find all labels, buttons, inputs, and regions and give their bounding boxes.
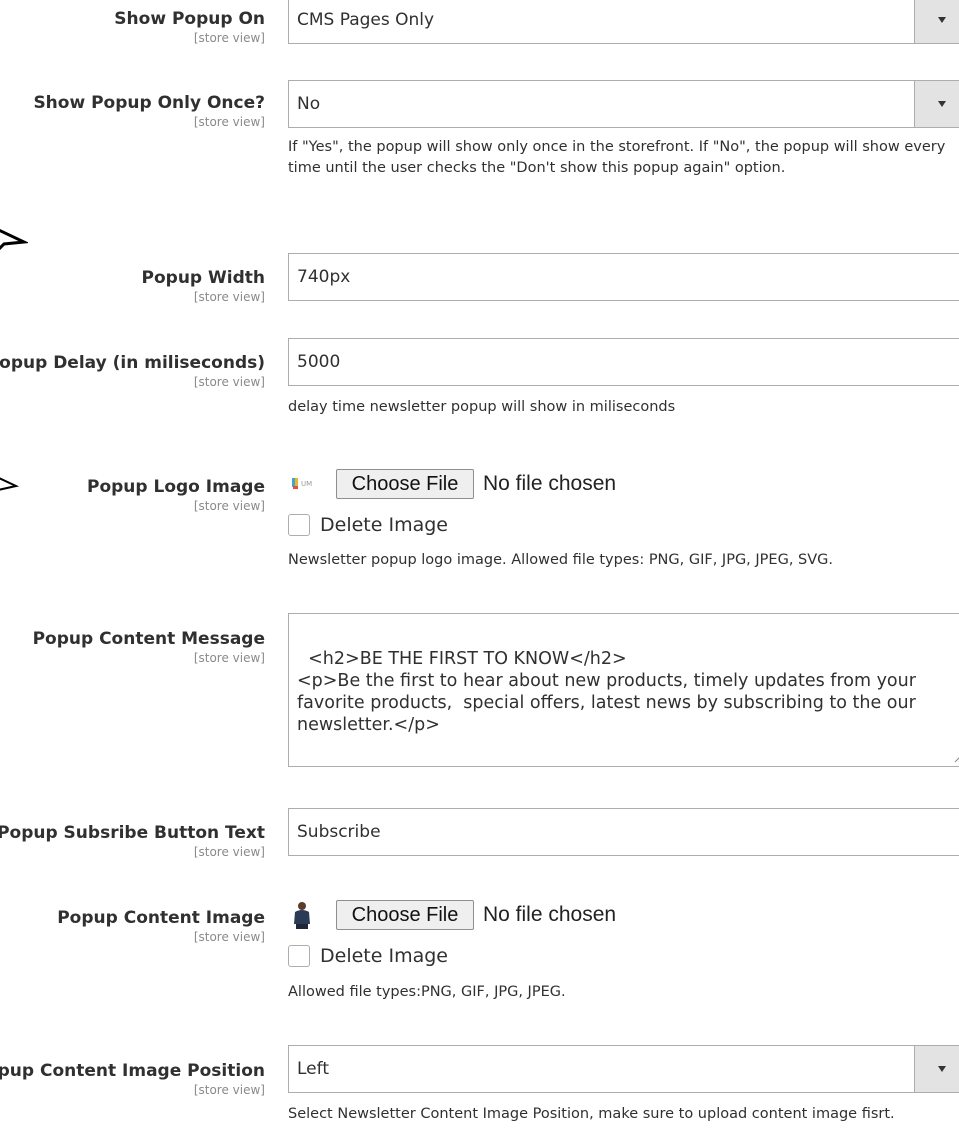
delete-image-label[interactable]: Delete Image — [320, 512, 448, 538]
scope-label: [store view] — [193, 375, 265, 389]
field-title: Show Popup On — [114, 9, 265, 29]
choose-file-button[interactable]: Choose File — [336, 900, 474, 930]
field-title: Popup Content Image — [57, 908, 265, 928]
subscribe-button-text-input[interactable]: Subscribe — [288, 808, 959, 856]
select-value: Left — [297, 1059, 329, 1079]
select-value: No — [297, 94, 321, 114]
file-status-text: No file chosen — [483, 903, 617, 926]
mouse-cursor-icon — [0, 228, 28, 251]
field-label: Show Popup Only Once? [store view] — [33, 92, 265, 130]
delete-image-label[interactable]: Delete Image — [320, 943, 448, 969]
mouse-cursor-icon — [0, 477, 20, 491]
field-title: Popup Logo Image — [87, 477, 265, 497]
select-arrow[interactable] — [914, 1046, 959, 1092]
popup-logo-file-row: UM Choose File No file chosen — [288, 469, 688, 501]
field-label: Popup Subsribe Button Text [store view] — [0, 822, 265, 860]
field-label: Popup Content Image [store view] — [57, 907, 265, 945]
textarea-value: <h2>BE THE FIRST TO KNOW</h2> <p>Be the … — [297, 649, 916, 735]
field-label: Popup Width [store view] — [142, 267, 265, 305]
show-popup-on-select[interactable]: CMS Pages Only — [288, 0, 959, 44]
popup-content-message-textarea[interactable]: <h2>BE THE FIRST TO KNOW</h2> <p>Be the … — [288, 613, 959, 767]
field-label: Show Popup On [store view] — [114, 8, 265, 46]
svg-text:UM: UM — [301, 480, 312, 488]
field-label: Popup Content Message [store view] — [33, 628, 265, 666]
popup-content-file-row: Choose File No file chosen — [288, 900, 688, 932]
field-title: Popup Delay (in miliseconds) — [0, 353, 265, 373]
field-label: Popup Logo Image [store view] — [87, 476, 265, 514]
field-note: Allowed file types:PNG, GIF, JPG, JPEG. — [288, 984, 566, 1000]
field-title: Show Popup Only Once? — [33, 93, 265, 113]
field-title: Popup Width — [141, 268, 265, 288]
delete-image-row: Delete Image — [288, 943, 588, 971]
content-image-thumbnail-icon — [294, 902, 310, 929]
field-note: delay time newsletter popup will show in… — [288, 399, 676, 415]
chevron-down-icon — [938, 1066, 946, 1072]
scope-label: [store view] — [193, 930, 265, 944]
field-title: Popup Content Image Position — [0, 1061, 265, 1081]
select-arrow[interactable] — [914, 81, 959, 127]
scope-label: [store view] — [193, 290, 265, 304]
field-title: Popup Content Message — [32, 629, 265, 649]
scope-label: [store view] — [193, 31, 265, 45]
scope-label: [store view] — [193, 845, 265, 859]
scope-label: [store view] — [193, 1083, 265, 1097]
choose-file-button[interactable]: Choose File — [336, 469, 474, 499]
field-note: Newsletter popup logo image. Allowed fil… — [288, 552, 834, 568]
delete-image-checkbox[interactable] — [288, 945, 310, 967]
field-label: Popup Content Image Position [store view… — [0, 1060, 265, 1098]
field-note: Select Newsletter Content Image Position… — [288, 1106, 895, 1122]
popup-delay-input[interactable]: 5000 — [288, 338, 959, 386]
resize-grip-icon[interactable] — [954, 753, 959, 763]
field-title: Popup Subsribe Button Text — [0, 823, 265, 843]
scope-label: [store view] — [193, 651, 265, 665]
chevron-down-icon — [938, 101, 946, 107]
popup-width-input[interactable]: 740px — [288, 253, 959, 301]
field-label: Popup Delay (in miliseconds) [store view… — [0, 352, 265, 390]
logo-thumbnail-icon: UM — [292, 478, 312, 489]
file-status-text: No file chosen — [483, 472, 617, 495]
delete-image-row: Delete Image — [288, 512, 588, 540]
content-image-position-select[interactable]: Left — [288, 1045, 959, 1093]
scope-label: [store view] — [193, 115, 265, 129]
select-value: CMS Pages Only — [297, 10, 435, 30]
select-arrow[interactable] — [914, 0, 959, 43]
scope-label: [store view] — [193, 499, 265, 513]
show-popup-only-once-select[interactable]: No — [288, 80, 959, 128]
delete-image-checkbox[interactable] — [288, 514, 310, 536]
chevron-down-icon — [938, 17, 946, 23]
field-note: If "Yes", the popup will show only once … — [288, 139, 946, 176]
